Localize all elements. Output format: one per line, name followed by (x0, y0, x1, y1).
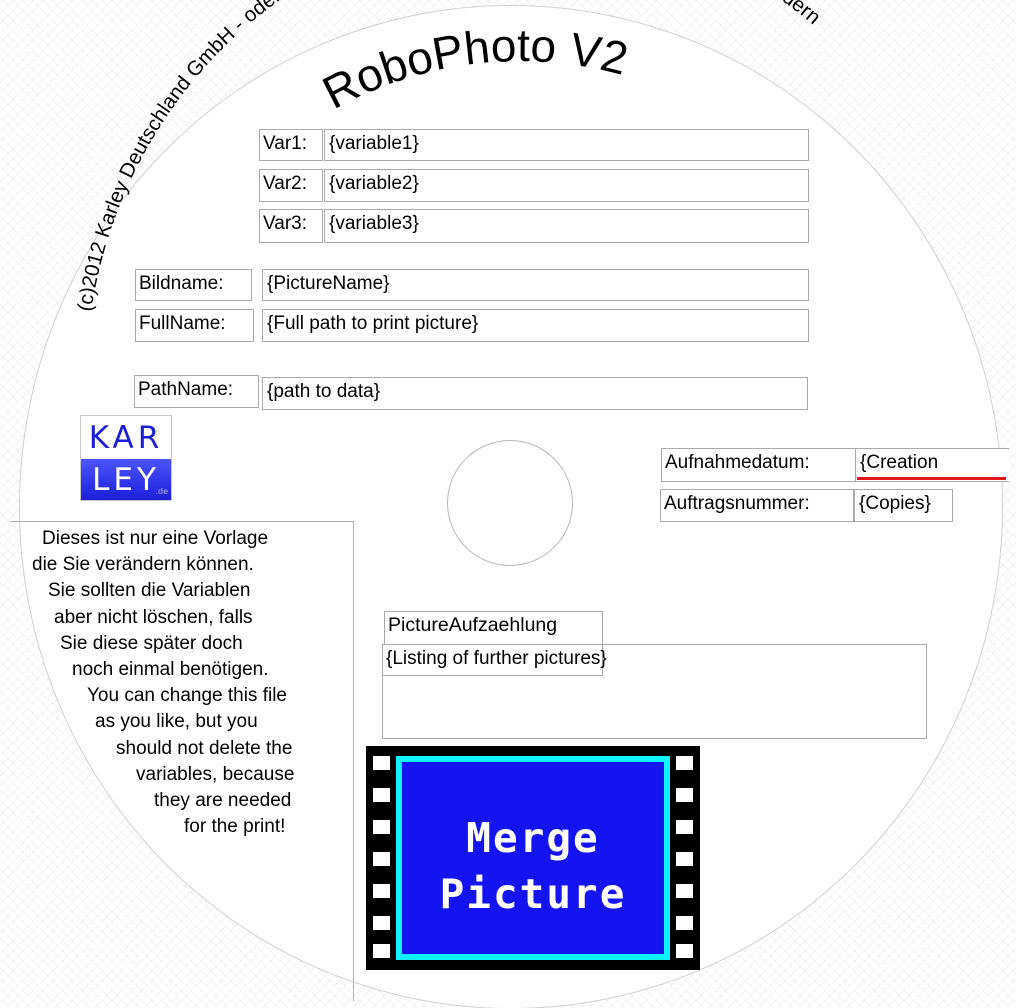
fullname-label[interactable]: FullName: (135, 309, 254, 342)
title-arc-text[interactable]: RoboPhoto V2 (314, 19, 633, 119)
note-line: noch einmal benötigen. (72, 659, 269, 681)
film-frame: Merge Picture (396, 756, 670, 960)
listing-field[interactable]: {Listing of further pictures} (382, 644, 607, 676)
var3-field[interactable]: {variable3} (324, 209, 809, 243)
center-hole (447, 440, 573, 566)
fullname-field[interactable]: {Full path to print picture} (262, 309, 809, 342)
merge-picture-text: Merge Picture (402, 810, 664, 922)
note-line: Sie sollten die Variablen (48, 580, 251, 602)
note-line: should not delete the (116, 737, 293, 759)
note-line: variables, because (136, 763, 295, 785)
note-line: as you like, but you (95, 711, 258, 733)
auftragsnummer-field[interactable]: {Copies} (854, 489, 953, 522)
note-line: they are needed (154, 790, 292, 812)
karley-logo[interactable]: KAR LEY .de (80, 415, 172, 501)
note-line: Sie diese später doch (60, 632, 243, 654)
svg-text:RoboPhoto V2: RoboPhoto V2 (314, 19, 633, 119)
var1-field[interactable]: {variable1} (324, 129, 809, 161)
note-line: for the print! (184, 816, 286, 838)
pathname-field[interactable]: {path to data} (262, 377, 808, 410)
note-line: You can change this file (87, 685, 288, 707)
logo-bottom-block: LEY .de (81, 459, 171, 500)
bildname-label[interactable]: Bildname: (135, 269, 252, 301)
note-line: Dieses ist nur eine Vorlage (42, 528, 269, 549)
guide-line-horizontal (10, 521, 354, 522)
note-line: die Sie verändern können. (32, 554, 254, 576)
note-line: aber nicht löschen, falls (54, 606, 253, 628)
listing-label[interactable]: PictureAufzaehlung (384, 611, 603, 645)
note-text-block[interactable]: Dieses ist nur eine Vorlage die Sie verä… (32, 526, 350, 840)
logo-bottom-text: LEY (92, 461, 160, 498)
pathname-label[interactable]: PathName: (134, 375, 259, 408)
var2-field[interactable]: {variable2} (324, 169, 809, 202)
logo-domain-text: .de (155, 487, 168, 496)
bildname-field[interactable]: {PictureName} (262, 269, 809, 301)
aufnahmedatum-label[interactable]: Aufnahmedatum: (661, 448, 856, 482)
var3-label[interactable]: Var3: (259, 209, 323, 243)
merge-text-line1: Merge (466, 814, 600, 862)
merge-text-line2: Picture (439, 870, 627, 918)
logo-top-text: KAR (88, 419, 164, 456)
var2-label[interactable]: Var2: (259, 169, 323, 202)
auftragsnummer-label[interactable]: Auftragsnummer: (660, 489, 854, 522)
var1-label[interactable]: Var1: (259, 129, 323, 161)
guide-line-vertical (353, 521, 354, 1001)
spellcheck-underline (857, 477, 1006, 480)
merge-picture-graphic[interactable]: Merge Picture (366, 746, 700, 970)
